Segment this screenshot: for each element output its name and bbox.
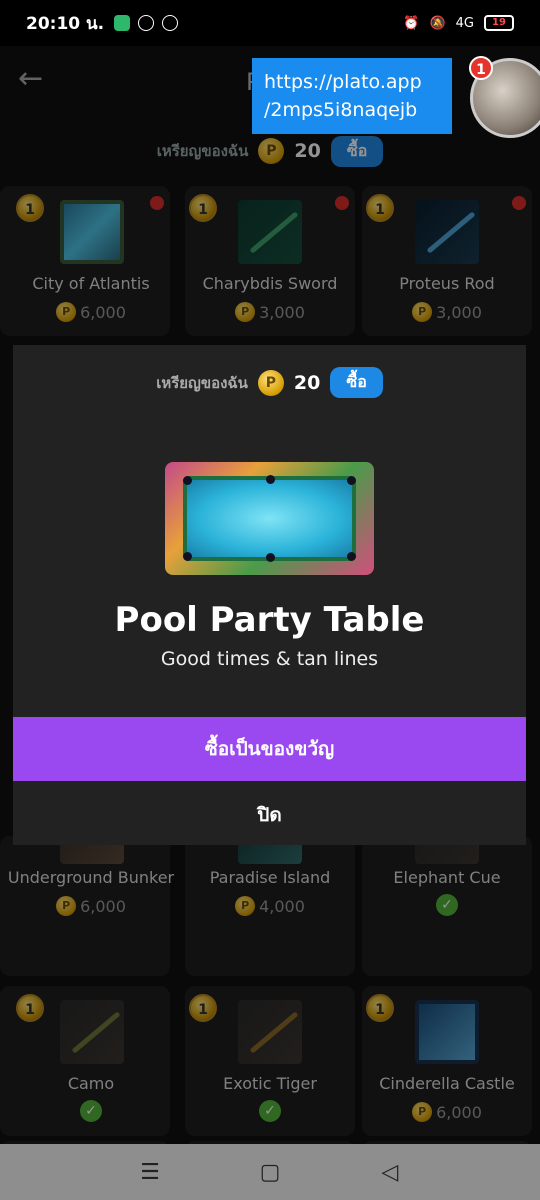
coins-label: เหรียญของฉัน xyxy=(156,373,248,392)
messenger-icon xyxy=(138,15,155,31)
pocket-icon xyxy=(265,475,275,484)
recents-menu-icon[interactable]: ☰ xyxy=(130,1160,170,1185)
modal-coins-row: เหรียญของฉัน P 20 ซื้อ xyxy=(13,367,526,398)
buy-as-gift-button[interactable]: ซื้อเป็นของขวัญ xyxy=(13,717,526,781)
pinterest-icon xyxy=(162,15,179,31)
alarm-icon: ⏰ xyxy=(403,15,420,31)
pool-table-image xyxy=(165,462,374,575)
system-nav-bar: ☰ ▢ ◁ xyxy=(0,1144,540,1200)
item-subtitle: Good times & tan lines xyxy=(160,648,379,670)
coins-value: 20 xyxy=(293,371,321,394)
table-felt xyxy=(183,475,356,562)
screen: 20:10 น. ⏰ 🔕 4G 19 ← P เหรียญของฉัน P 20… xyxy=(0,0,540,1200)
link-url-line1: https://plato.app xyxy=(264,71,422,93)
status-time: 20:10 น. xyxy=(26,13,105,34)
pocket-icon xyxy=(265,553,275,562)
pocket-icon xyxy=(183,552,192,561)
back-triangle-icon[interactable]: ◁ xyxy=(370,1160,410,1185)
pocket-icon xyxy=(347,476,356,485)
link-tooltip[interactable]: https://plato.app /2mps5i8naqejb xyxy=(252,58,452,134)
pocket-icon xyxy=(347,552,356,561)
line-app-icon xyxy=(114,15,131,31)
notification-badge: 1 xyxy=(469,56,493,80)
mute-icon: 🔕 xyxy=(429,15,446,31)
pocket-icon xyxy=(183,476,192,485)
battery-icon: 19 xyxy=(484,15,514,31)
signal-icon: 4G xyxy=(455,15,474,31)
status-indicators: ⏰ 🔕 4G 19 xyxy=(403,15,514,31)
coin-icon: P xyxy=(257,369,284,396)
close-button[interactable]: ปิด xyxy=(13,785,526,845)
item-detail-modal: เหรียญของฉัน P 20 ซื้อ Pool Party Table … xyxy=(13,345,526,845)
link-url-line2: /2mps5i8naqejb xyxy=(264,99,418,121)
status-bar: 20:10 น. ⏰ 🔕 4G 19 xyxy=(0,0,540,46)
home-square-icon[interactable]: ▢ xyxy=(250,1160,290,1185)
item-title: Pool Party Table xyxy=(114,600,425,640)
buy-coins-button[interactable]: ซื้อ xyxy=(330,367,383,398)
